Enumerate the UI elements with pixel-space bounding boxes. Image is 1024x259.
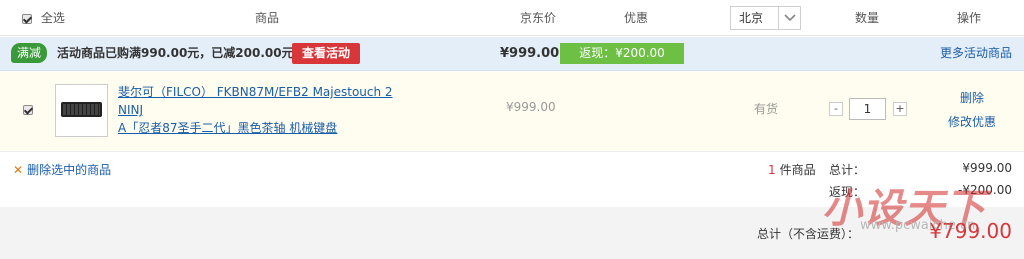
product-title-link[interactable]: 斐尔可（FILCO） FKBN87M/EFB2 Majestouch 2 NIN… (118, 83, 418, 137)
summary-footer (0, 207, 1024, 259)
column-quantity: 数量 (855, 11, 880, 25)
promo-badge: 满减 (11, 43, 47, 63)
stock-status: 有货 (754, 102, 779, 116)
column-discount: 优惠 (624, 11, 649, 25)
item-checkbox[interactable] (23, 105, 33, 115)
promo-description: 活动商品已购满990.00元，已减200.00元 (57, 46, 294, 60)
rebate-label: 返现： (829, 185, 866, 199)
select-all-control[interactable]: 全选 (22, 0, 65, 36)
close-icon: ✕ (13, 163, 24, 177)
item-count: 1 件商品 (768, 161, 816, 178)
column-action: 操作 (957, 11, 982, 25)
quantity-decrease-button[interactable]: - (829, 102, 843, 116)
product-title-line-2: A「忍者87圣手二代」黑色茶轴 机械键盘 (118, 121, 338, 135)
item-count-number: 1 (768, 163, 776, 177)
more-promo-products-link[interactable]: 更多活动商品 (940, 37, 1012, 70)
cart-summary: ✕ 删除选中的商品 1 件商品 总计： ¥999.00 返现： -¥200.00 总… (0, 153, 1024, 259)
subtotal-value: ¥999.00 (962, 161, 1012, 175)
cart-item-row: 斐尔可（FILCO） FKBN87M/EFB2 Majestouch 2 NIN… (0, 72, 1024, 152)
promo-rebate: 返现：¥200.00 (560, 43, 684, 64)
region-select[interactable]: 北京 (730, 6, 801, 30)
delete-item-link[interactable]: 删除 (960, 89, 984, 106)
column-product: 商品 (255, 11, 280, 25)
cart-header: 全选 商品 京东价 优惠 北京 数量 操作 (0, 0, 1024, 36)
delete-selected-label: 删除选中的商品 (27, 163, 112, 177)
product-price: ¥999.00 (506, 100, 556, 114)
product-title-line-1: 斐尔可（FILCO） FKBN87M/EFB2 Majestouch 2 NIN… (118, 85, 393, 117)
view-promotion-button[interactable]: 查看活动 (292, 43, 360, 64)
grand-total-label: 总计（不含运费）： (757, 227, 860, 241)
product-thumbnail[interactable] (55, 84, 108, 137)
grand-total-value: ¥799.00 (929, 219, 1012, 243)
select-all-checkbox[interactable] (22, 13, 32, 24)
delete-selected-link[interactable]: ✕ 删除选中的商品 (13, 161, 111, 178)
column-price: 京东价 (520, 11, 557, 25)
quantity-input[interactable]: 1 (849, 98, 886, 120)
edit-discount-link[interactable]: 修改优惠 (948, 113, 996, 130)
keyboard-image (61, 102, 102, 117)
quantity-increase-button[interactable]: + (893, 102, 907, 116)
subtotal-label: 总计： (829, 163, 866, 177)
chevron-down-icon[interactable] (778, 7, 800, 29)
item-count-label: 件商品 (779, 163, 816, 177)
promo-total: ¥999.00 (500, 46, 560, 61)
region-value: 北京 (739, 11, 764, 25)
rebate-value: -¥200.00 (958, 183, 1012, 197)
promotion-bar: 满减 活动商品已购满990.00元，已减200.00元 查看活动 ¥999.00… (0, 37, 1024, 71)
select-all-label: 全选 (40, 11, 65, 25)
